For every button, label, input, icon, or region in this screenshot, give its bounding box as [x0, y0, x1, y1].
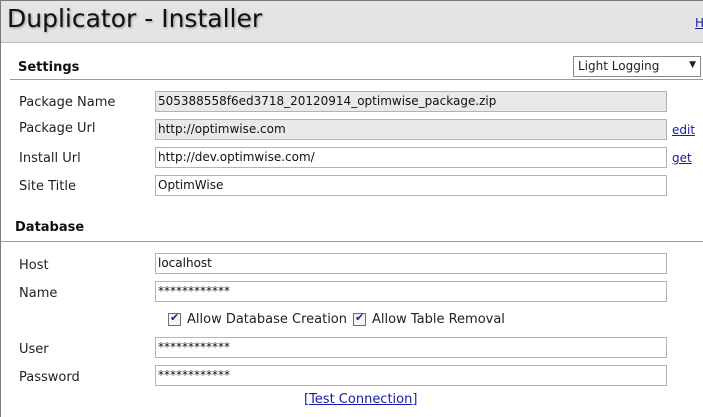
host-label: Host: [19, 258, 49, 273]
chevron-down-icon: ▼: [689, 60, 696, 70]
allow-db-creation-option[interactable]: Allow Database Creation: [168, 311, 347, 327]
edit-package-url-link[interactable]: edit: [672, 123, 695, 137]
host-field[interactable]: localhost: [155, 253, 667, 274]
logging-level-value: Light Logging: [578, 59, 660, 73]
get-install-url-link[interactable]: get: [672, 151, 692, 165]
site-title-field[interactable]: OptimWise: [155, 175, 667, 196]
install-url-field[interactable]: http://dev.optimwise.com/: [155, 147, 667, 168]
package-url-label: Package Url: [19, 121, 96, 136]
header-bar: Duplicator - Installer Help: [1, 1, 703, 43]
test-connection-link[interactable]: [Test Connection]: [304, 392, 417, 407]
allow-table-removal-label: Allow Table Removal: [372, 312, 505, 327]
install-url-label: Install Url: [19, 151, 81, 166]
package-url-field[interactable]: http://optimwise.com: [155, 119, 667, 140]
help-link[interactable]: Help: [695, 16, 703, 30]
package-name-field[interactable]: 505388558f6ed3718_20120914_optimwise_pac…: [155, 91, 667, 112]
database-divider: [1, 241, 703, 242]
package-name-label: Package Name: [19, 95, 116, 110]
db-name-field[interactable]: ************: [155, 281, 667, 302]
allow-db-creation-label: Allow Database Creation: [187, 312, 347, 327]
settings-divider: [10, 79, 703, 80]
password-label: Password: [19, 370, 80, 385]
allow-table-removal-checkbox[interactable]: [353, 311, 366, 326]
allow-db-creation-checkbox[interactable]: [168, 311, 181, 326]
db-name-label: Name: [19, 286, 58, 301]
password-field[interactable]: ************: [155, 365, 667, 386]
settings-section-title: Settings: [18, 60, 80, 75]
app-title: Duplicator - Installer: [7, 4, 263, 33]
allow-table-removal-option[interactable]: Allow Table Removal: [353, 311, 505, 327]
logging-level-select[interactable]: Light Logging ▼: [573, 56, 701, 77]
user-field[interactable]: ************: [155, 337, 667, 358]
site-title-label: Site Title: [19, 179, 76, 194]
user-label: User: [19, 342, 49, 357]
database-section-title: Database: [15, 220, 85, 235]
